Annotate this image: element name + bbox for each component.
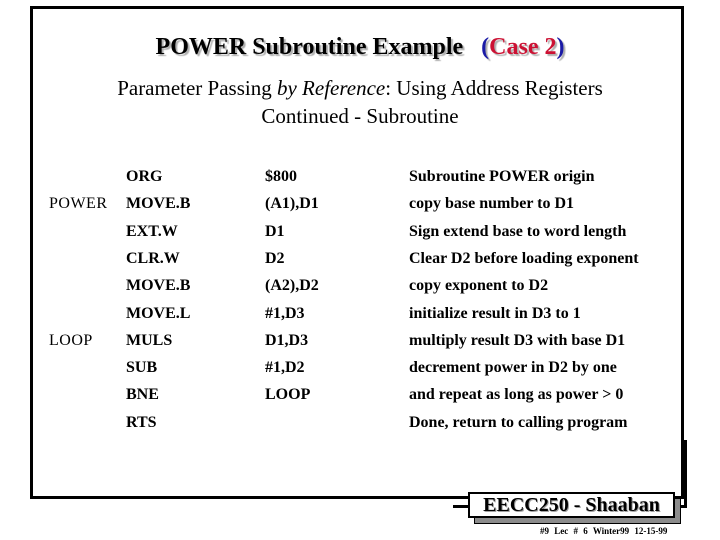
code-operand: D1 xyxy=(265,222,285,240)
subtitle-italic: by Reference xyxy=(276,76,386,100)
code-line: CLR.W D2 Clear D2 before loading exponent xyxy=(0,250,720,277)
code-line: ORG $800 Subroutine POWER origin xyxy=(0,168,720,195)
code-operand: D1,D3 xyxy=(265,331,309,349)
code-line: MOVE.B (A2),D2 copy exponent to D2 xyxy=(0,277,720,304)
code-line: RTS Done, return to calling program xyxy=(0,414,720,441)
footer-connector-vertical xyxy=(684,440,687,508)
title-close-paren: ) xyxy=(556,34,565,60)
code-line: EXT.W D1 Sign extend base to word length xyxy=(0,223,720,250)
code-opcode: RTS xyxy=(126,413,157,431)
code-operand: (A1),D1 xyxy=(265,195,319,213)
code-comment: and repeat as long as power > 0 xyxy=(409,386,624,404)
code-operand: LOOP xyxy=(265,386,311,404)
code-opcode: BNE xyxy=(126,386,159,404)
subtitle-line-2: Continued - Subroutine xyxy=(261,104,459,128)
code-opcode: EXT.W xyxy=(126,222,178,240)
code-operand: #1,D2 xyxy=(265,359,305,377)
code-comment: Clear D2 before loading exponent xyxy=(409,249,639,267)
subtitle-prefix: Parameter Passing xyxy=(117,76,277,100)
code-opcode: MOVE.B xyxy=(126,277,191,295)
code-opcode: ORG xyxy=(126,168,163,185)
title-open-paren: ( xyxy=(481,34,490,60)
code-opcode: CLR.W xyxy=(126,249,180,267)
code-opcode: MOVE.B xyxy=(126,195,191,213)
code-label: POWER xyxy=(49,195,108,213)
code-comment: decrement power in D2 by one xyxy=(409,359,617,377)
footer-course-box: EECC250 - Shaaban xyxy=(468,492,675,518)
footer-connector-right xyxy=(680,505,687,508)
code-label: LOOP xyxy=(49,331,93,349)
code-comment: copy base number to D1 xyxy=(409,195,575,213)
code-line: POWER MOVE.B (A1),D1 copy base number to D1 xyxy=(0,195,720,222)
subtitle-suffix: : Using Address Registers xyxy=(385,76,603,100)
code-comment: Sign extend base to word length xyxy=(409,222,627,240)
code-opcode: MULS xyxy=(126,331,173,349)
code-line: MOVE.L #1,D3 initialize result in D3 to 1 xyxy=(0,305,720,332)
code-comment: Done, return to calling program xyxy=(409,413,628,431)
title-main: POWER Subroutine Example xyxy=(155,34,464,60)
code-comment: Subroutine POWER origin xyxy=(409,168,595,185)
code-line: SUB #1,D2 decrement power in D2 by one xyxy=(0,359,720,386)
footer-meta: #9 Lec # 6 Winter99 12-15-99 xyxy=(540,526,668,536)
code-comment: initialize result in D3 to 1 xyxy=(409,304,581,322)
slide-title: POWER Subroutine Example (Case 2) xyxy=(0,34,720,61)
title-case-label: Case 2 xyxy=(489,34,557,60)
subtitle-line-1: Parameter Passing by Reference: Using Ad… xyxy=(0,76,720,101)
code-operand: D2 xyxy=(265,249,285,267)
code-comment: copy exponent to D2 xyxy=(409,277,549,295)
code-operand: $800 xyxy=(265,168,297,185)
code-operand: #1,D3 xyxy=(265,304,305,322)
code-line: LOOP MULS D1,D3 multiply result D3 with bas… xyxy=(0,332,720,359)
code-opcode: MOVE.L xyxy=(126,304,191,322)
code-line: BNE LOOP and repeat as long as power > 0 xyxy=(0,386,720,413)
code-opcode: SUB xyxy=(126,359,158,377)
code-comment: multiply result D3 with base D1 xyxy=(409,331,626,349)
code-operand: (A2),D2 xyxy=(265,277,319,295)
